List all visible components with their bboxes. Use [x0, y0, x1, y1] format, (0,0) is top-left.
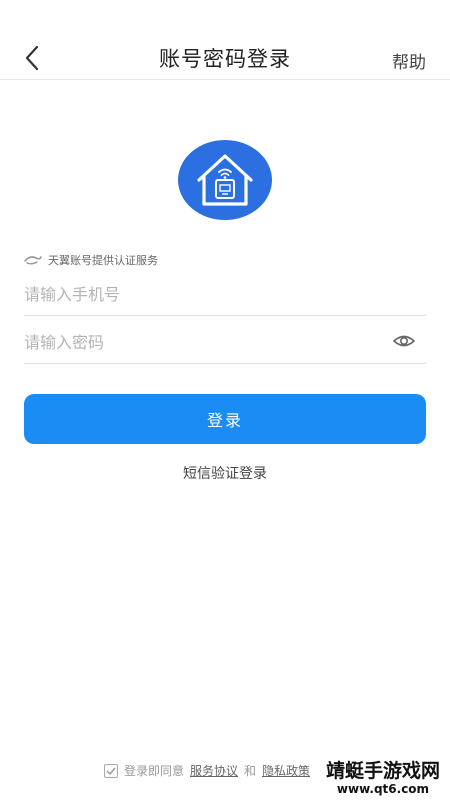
agreement-prefix: 登录即同意 — [124, 764, 185, 778]
watermark-url: www.qt6.com — [336, 782, 430, 796]
phone-input[interactable] — [24, 272, 384, 316]
agreement-and: 和 — [244, 764, 257, 778]
phone-field — [24, 272, 426, 316]
password-visibility-toggle[interactable] — [392, 332, 416, 350]
watermark-title: 靖蜓手游戏网 — [325, 760, 440, 782]
check-icon — [106, 767, 116, 775]
eye-icon — [392, 335, 416, 347]
password-field — [24, 320, 426, 364]
sms-login-link[interactable]: 短信验证登录 — [0, 463, 450, 483]
smart-home-wifi-icon — [178, 140, 272, 220]
auth-provider-note: 天翼账号提供认证服务 — [24, 252, 158, 268]
tianyi-logo-icon — [24, 256, 42, 265]
service-agreement-link[interactable]: 服务协议 — [190, 762, 238, 779]
agreement-row: 登录即同意 服务协议和隐私政策 — [104, 762, 310, 779]
header-bar: 账号密码登录 帮助 — [0, 0, 450, 80]
login-button[interactable]: 登录 — [24, 394, 426, 444]
app-logo — [178, 140, 272, 220]
privacy-policy-link[interactable]: 隐私政策 — [262, 762, 310, 779]
site-watermark: 靖蜓手游戏网 www.qt6.com — [325, 760, 440, 796]
auth-provider-text: 天翼账号提供认证服务 — [48, 254, 158, 267]
password-input[interactable] — [24, 320, 384, 364]
agreement-checkbox[interactable] — [104, 763, 118, 778]
page-title: 账号密码登录 — [159, 47, 291, 71]
help-link[interactable]: 帮助 — [392, 48, 426, 73]
